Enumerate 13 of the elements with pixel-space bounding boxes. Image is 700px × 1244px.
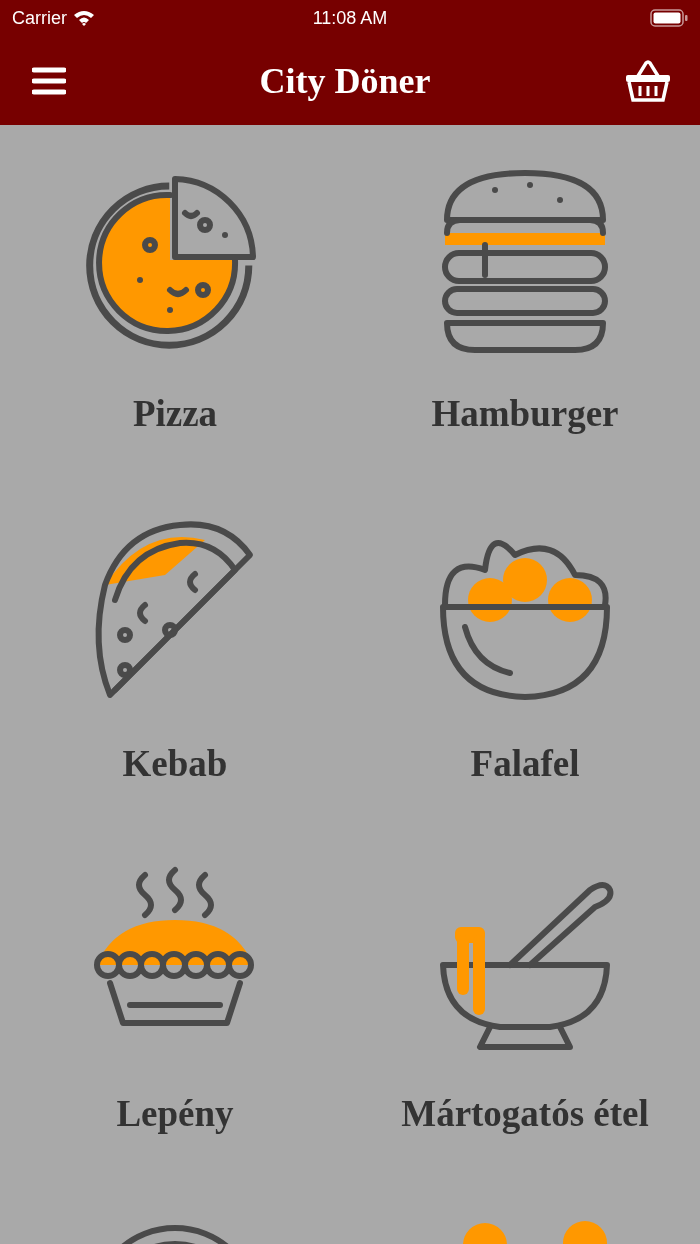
status-time: 11:08 AM	[312, 7, 388, 29]
basket-icon[interactable]	[624, 59, 672, 102]
category-label[interactable]: Falafel	[470, 745, 580, 782]
battery-icon	[650, 9, 688, 27]
category-label[interactable]: Kebab	[122, 745, 228, 782]
category-label[interactable]: Lepény	[116, 1095, 234, 1132]
category-label[interactable]: Pizza	[132, 395, 218, 432]
category-label[interactable]: Hamburger	[431, 395, 619, 432]
menu-icon[interactable]	[32, 66, 66, 95]
wifi-icon	[73, 10, 95, 26]
carrier-label: Carrier	[12, 7, 67, 29]
category-label[interactable]: Mártogatós étel	[401, 1095, 649, 1132]
app-title: City Döner	[259, 59, 431, 102]
